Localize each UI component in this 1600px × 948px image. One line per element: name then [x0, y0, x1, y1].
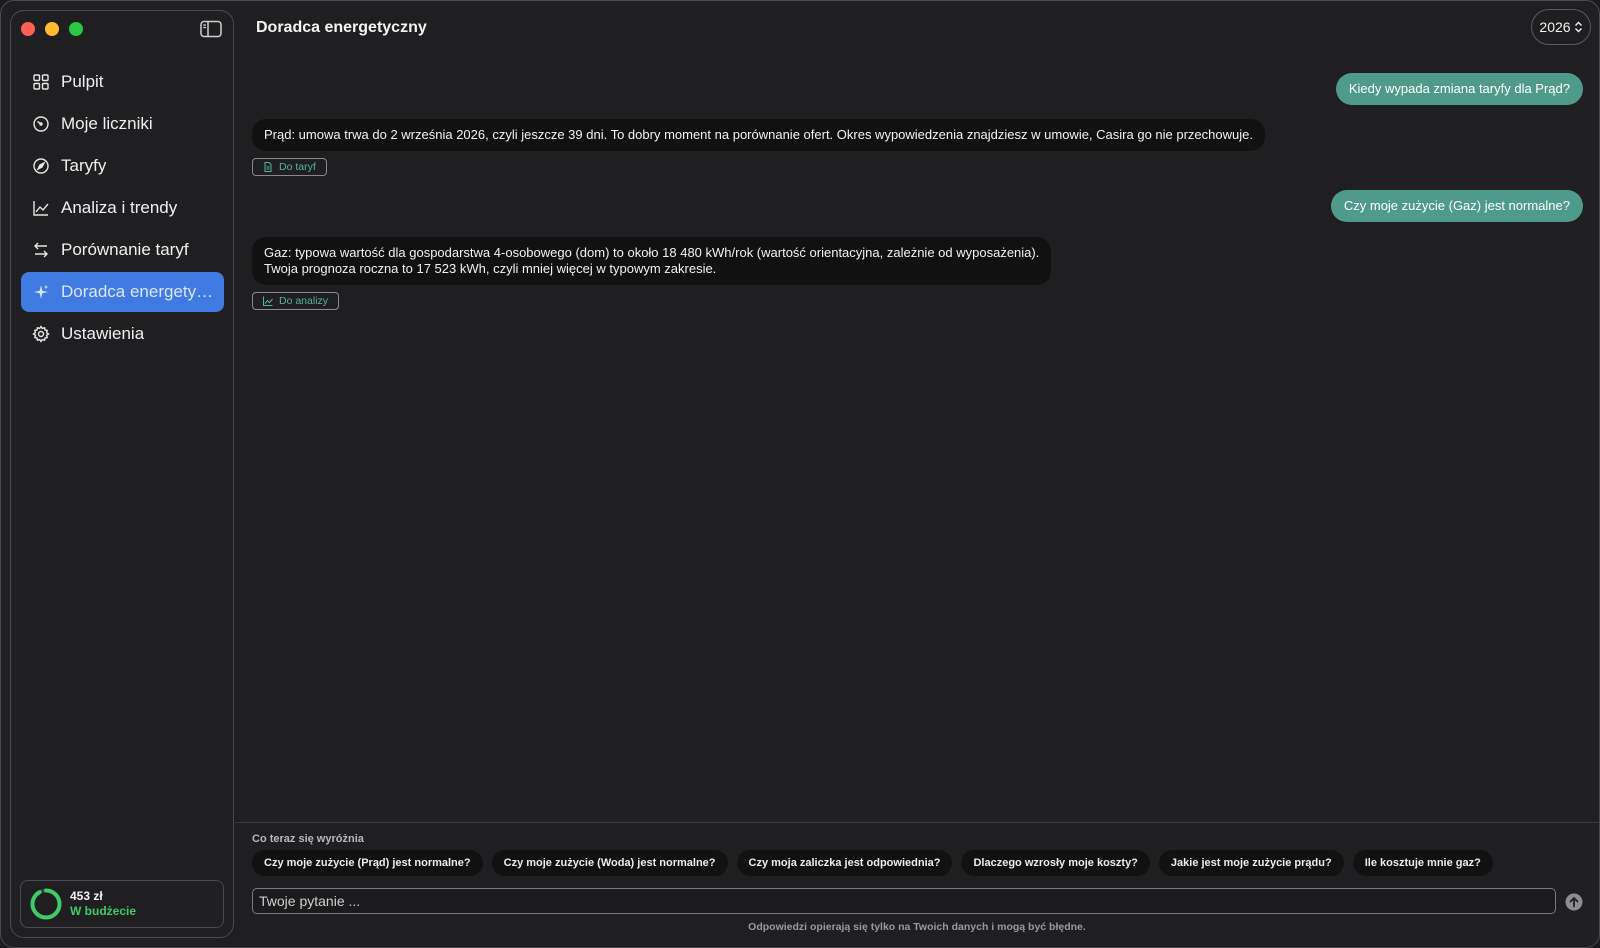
- window-controls: [21, 22, 83, 36]
- sidebar-item-label: Pulpit: [61, 72, 104, 91]
- sidebar: Pulpit Moje liczniki Taryfy Analiza i tr…: [10, 10, 234, 938]
- sidebar-item-label: Taryfy: [61, 156, 107, 175]
- send-arrow-icon[interactable]: [1565, 893, 1583, 911]
- sidebar-item-label: Porównanie taryf: [61, 240, 189, 259]
- suggestion-chip[interactable]: Dlaczego wzrosły moje koszty?: [961, 850, 1150, 876]
- year-select[interactable]: 2026: [1531, 9, 1591, 45]
- gear-icon: [32, 325, 50, 343]
- suggestion-chip[interactable]: Jakie jest moje zużycie prądu?: [1158, 850, 1344, 876]
- sidebar-item-label: Doradca energetyczny: [61, 282, 221, 301]
- sidebar-nav: Pulpit Moje liczniki Taryfy Analiza i tr…: [21, 62, 224, 356]
- budget-amount: 453 zł: [70, 889, 103, 903]
- close-window-button[interactable]: [21, 22, 35, 36]
- go-to-tariffs-button[interactable]: Do taryf: [252, 158, 327, 176]
- sidebar-item-label: Analiza i trendy: [61, 198, 178, 217]
- sidebar-item-doradca[interactable]: Doradca energetyczny: [21, 272, 224, 312]
- question-input[interactable]: [252, 888, 1556, 914]
- assistant-message-line: Gaz: typowa wartość dla gospodarstwa 4-o…: [264, 245, 1040, 260]
- main-panel: Doradca energetyczny 2026 Kiedy wypada z…: [235, 1, 1599, 947]
- sidebar-item-analiza[interactable]: Analiza i trendy: [21, 188, 224, 228]
- line-chart-icon: [33, 201, 49, 216]
- grid-icon: [33, 74, 49, 90]
- assistant-message-line: Prąd: umowa trwa do 2 września 2026, czy…: [264, 127, 1253, 142]
- sidebar-item-pulpit[interactable]: Pulpit: [21, 62, 224, 102]
- user-message: Czy moje zużycie (Gaz) jest normalne?: [1330, 190, 1583, 222]
- page-title: Doradca energetyczny: [256, 19, 427, 36]
- sidebar-item-label: Moje liczniki: [61, 114, 153, 133]
- go-to-analysis-button[interactable]: Do analizy: [252, 292, 340, 310]
- chevron-up-down-icon: [1574, 21, 1582, 33]
- suggestion-chips: Czy moje zużycie (Prąd) jest normalne? C…: [252, 850, 1493, 876]
- budget-status: W budżecie: [70, 904, 137, 918]
- app-window: Pulpit Moje liczniki Taryfy Analiza i tr…: [0, 0, 1600, 948]
- sidebar-item-ustawienia[interactable]: Ustawienia: [21, 314, 224, 354]
- sparkles-icon: [34, 284, 49, 299]
- suggestion-chip[interactable]: Czy moje zużycie (Woda) jest normalne?: [491, 850, 728, 876]
- sidebar-item-taryfy[interactable]: Taryfy: [21, 146, 224, 186]
- go-to-tariffs-label: Do taryf: [279, 161, 316, 173]
- suggestions-title: Co teraz się wyróżnia: [252, 833, 364, 845]
- sidebar-toggle-icon[interactable]: [200, 20, 222, 38]
- document-icon: [264, 162, 272, 172]
- compass-icon: [33, 158, 49, 174]
- go-to-analysis-label: Do analizy: [279, 295, 329, 307]
- assistant-message: Prąd: umowa trwa do 2 września 2026, czy…: [252, 119, 1265, 151]
- suggestion-chip[interactable]: Czy moja zaliczka jest odpowiednia?: [736, 850, 953, 876]
- sidebar-item-label: Ustawienia: [61, 324, 145, 343]
- user-message: Kiedy wypada zmiana taryfy dla Prąd?: [1335, 73, 1583, 105]
- budget-text: 453 zł W budżecie: [70, 889, 136, 919]
- zoom-window-button[interactable]: [69, 22, 83, 36]
- assistant-message: Gaz: typowa wartość dla gospodarstwa 4-o…: [252, 237, 1052, 285]
- gauge-icon: [33, 116, 49, 132]
- composer-area: Co teraz się wyróżnia Czy moje zużycie (…: [235, 822, 1599, 947]
- sidebar-item-moje-liczniki[interactable]: Moje liczniki: [21, 104, 224, 144]
- line-chart-icon: [263, 296, 273, 306]
- disclaimer-text: Odpowiedzi opierają się tylko na Twoich …: [748, 921, 1086, 933]
- suggestion-chip[interactable]: Ile kosztuje mnie gaz?: [1352, 850, 1493, 876]
- suggestion-chip[interactable]: Czy moje zużycie (Prąd) jest normalne?: [252, 850, 483, 876]
- year-value: 2026: [1539, 19, 1571, 35]
- budget-widget[interactable]: 453 zł W budżecie: [20, 880, 224, 928]
- minimize-window-button[interactable]: [45, 22, 59, 36]
- assistant-message-line: Twoja prognoza roczna to 17 523 kWh, czy…: [264, 261, 717, 276]
- arrows-swap-icon: [34, 242, 48, 258]
- sidebar-item-porownanie[interactable]: Porównanie taryf: [21, 230, 224, 270]
- budget-progress-ring: [30, 888, 62, 920]
